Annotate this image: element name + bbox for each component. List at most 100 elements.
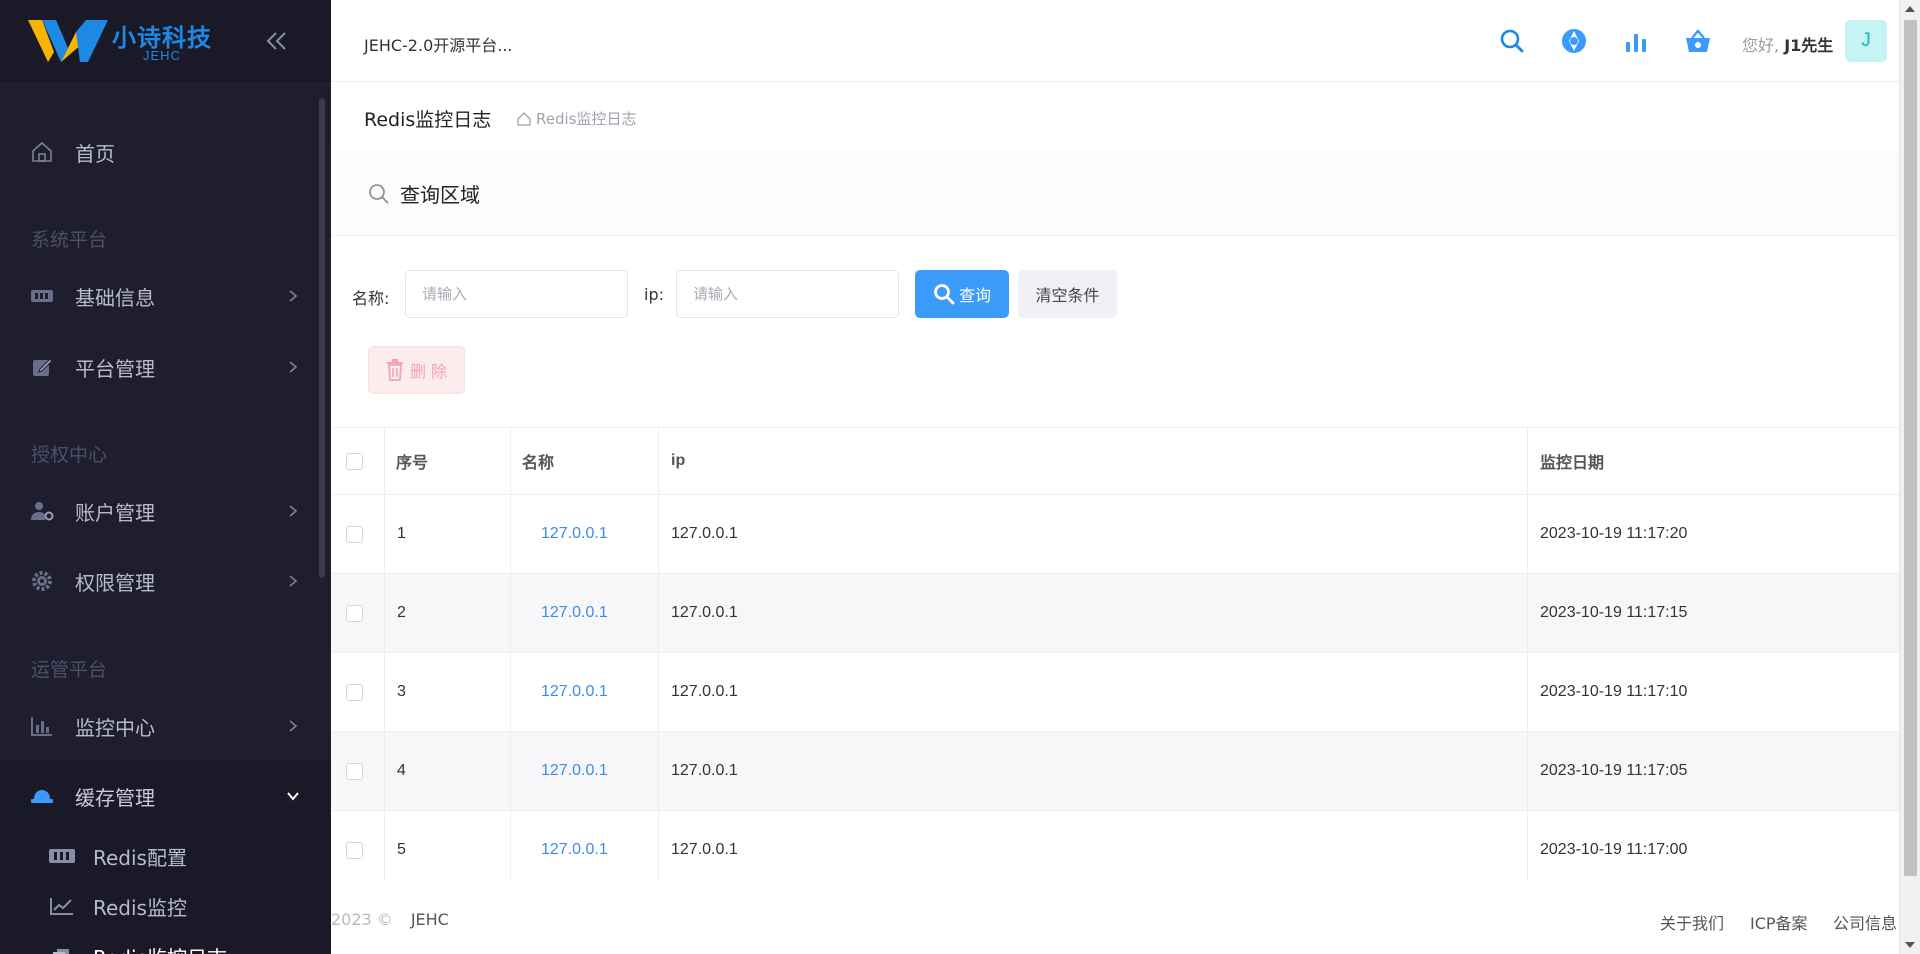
cell-ip: 127.0.0.1 bbox=[658, 574, 1527, 652]
avatar[interactable]: J bbox=[1845, 20, 1887, 62]
name-link[interactable]: 127.0.0.1 bbox=[541, 841, 608, 859]
cell-name: 127.0.0.1 bbox=[510, 495, 658, 573]
user-name[interactable]: J1先生 bbox=[1784, 36, 1833, 55]
row-checkbox[interactable] bbox=[346, 841, 363, 859]
sidebar-subitem-redis-monitor[interactable]: Redis监控 bbox=[0, 881, 331, 931]
chevron-right-icon bbox=[289, 361, 298, 373]
signal-bars-icon[interactable] bbox=[1621, 26, 1651, 56]
content-card: 查询区域 名称: ip: 查询 清空条件 删 除 序号 名称 ip 监控日期 1… bbox=[331, 150, 1899, 880]
sidebar-item-label: 权限管理 bbox=[75, 570, 155, 595]
ip-input[interactable] bbox=[676, 270, 899, 318]
sidebar-item-monitor[interactable]: 监控中心 bbox=[0, 691, 331, 761]
sidebar-item-label: 首页 bbox=[75, 141, 115, 166]
breadcrumb-current: Redis监控日志 bbox=[536, 110, 637, 128]
top-header: JEHC-2.0开源平台... 您好, J1先生 J bbox=[331, 0, 1899, 82]
cell-no: 2 bbox=[384, 574, 510, 652]
line-chart-icon bbox=[50, 898, 73, 915]
footer-link-about[interactable]: 关于我们 bbox=[1660, 910, 1724, 934]
search-section-title: 查询区域 bbox=[400, 183, 480, 207]
scroll-down-arrow-icon[interactable] bbox=[1905, 942, 1915, 948]
home-icon[interactable] bbox=[516, 111, 532, 127]
query-button[interactable]: 查询 bbox=[915, 270, 1009, 318]
cloud-server-icon bbox=[31, 790, 53, 803]
name-link[interactable]: 127.0.0.1 bbox=[541, 683, 608, 701]
page-title-bar: Redis监控日志 Redis监控日志 bbox=[331, 82, 1899, 150]
cell-date: 2023-10-19 11:17:05 bbox=[1527, 732, 1899, 810]
sidebar-subitem-redis-log[interactable]: Redis监控日志 bbox=[0, 931, 331, 954]
name-input[interactable] bbox=[405, 270, 628, 318]
row-checkbox[interactable] bbox=[346, 525, 363, 543]
copyright-text: 2023 © bbox=[331, 910, 393, 929]
sidebar-subitem-label: Redis监控 bbox=[93, 895, 187, 920]
footer-link-icp[interactable]: ICP备案 bbox=[1750, 910, 1808, 934]
column-header[interactable]: ip bbox=[658, 428, 1527, 494]
brand-logo-icon bbox=[28, 20, 108, 62]
sidebar-group-ops: 运管平台 bbox=[31, 659, 108, 681]
column-header[interactable]: 序号 bbox=[384, 428, 510, 494]
search-icon bbox=[934, 284, 955, 305]
table-row[interactable]: 3 127.0.0.1 127.0.0.1 2023-10-19 11:17:1… bbox=[331, 652, 1899, 731]
name-link[interactable]: 127.0.0.1 bbox=[541, 525, 608, 543]
table-row[interactable]: 1 127.0.0.1 127.0.0.1 2023-10-19 11:17:2… bbox=[331, 494, 1899, 573]
sidebar: 小诗科技 JEHC 首页 系统平台 基础信息 平台管理 授权中心 账户管理 权限… bbox=[0, 0, 331, 954]
sidebar-item-account[interactable]: 账户管理 bbox=[0, 476, 331, 546]
aperture-icon[interactable] bbox=[1559, 26, 1589, 56]
delete-button[interactable]: 删 除 bbox=[368, 346, 465, 394]
query-button-label: 查询 bbox=[958, 286, 991, 305]
search-icon[interactable] bbox=[1497, 26, 1527, 56]
sidebar-subitem-redis-config[interactable]: Redis配置 bbox=[0, 831, 331, 881]
sidebar-item-basic-info[interactable]: 基础信息 bbox=[0, 261, 331, 331]
sidebar-item-home[interactable]: 首页 bbox=[0, 117, 331, 187]
layers-icon bbox=[53, 949, 69, 954]
sidebar-item-permission[interactable]: 权限管理 bbox=[0, 546, 331, 616]
footer-brand[interactable]: JEHC bbox=[411, 910, 449, 929]
home-icon bbox=[32, 141, 52, 162]
name-link[interactable]: 127.0.0.1 bbox=[541, 762, 608, 780]
cell-ip: 127.0.0.1 bbox=[658, 732, 1527, 810]
scrollbar-thumb[interactable] bbox=[1904, 20, 1917, 876]
cell-ip: 127.0.0.1 bbox=[658, 811, 1527, 880]
table-row[interactable]: 5 127.0.0.1 127.0.0.1 2023-10-19 11:17:0… bbox=[331, 810, 1899, 880]
row-checkbox[interactable] bbox=[346, 762, 363, 780]
id-card-icon bbox=[31, 290, 53, 302]
cell-no: 5 bbox=[384, 811, 510, 880]
app-title[interactable]: JEHC-2.0开源平台... bbox=[364, 32, 513, 56]
cell-no: 4 bbox=[384, 732, 510, 810]
select-all-checkbox[interactable] bbox=[346, 452, 363, 470]
table-header-row: 序号 名称 ip 监控日期 bbox=[331, 427, 1899, 494]
cell-ip: 127.0.0.1 bbox=[658, 653, 1527, 731]
scroll-up-arrow-icon[interactable] bbox=[1905, 6, 1915, 12]
table-row[interactable]: 2 127.0.0.1 127.0.0.1 2023-10-19 11:17:1… bbox=[331, 573, 1899, 652]
page-scrollbar[interactable] bbox=[1899, 0, 1920, 954]
sidebar-item-cache[interactable]: 缓存管理 bbox=[0, 761, 331, 831]
cell-no: 3 bbox=[384, 653, 510, 731]
ip-label: ip: bbox=[644, 285, 664, 304]
row-checkbox[interactable] bbox=[346, 683, 363, 701]
id-card-icon bbox=[49, 849, 75, 863]
cell-date: 2023-10-19 11:17:15 bbox=[1527, 574, 1899, 652]
sidebar-item-label: 监控中心 bbox=[75, 715, 155, 740]
chevron-right-icon bbox=[289, 720, 298, 732]
footer-link-company[interactable]: 公司信息 bbox=[1833, 910, 1897, 934]
chevron-right-icon bbox=[289, 505, 298, 517]
name-link[interactable]: 127.0.0.1 bbox=[541, 604, 608, 622]
user-gear-icon bbox=[31, 502, 54, 521]
cell-name: 127.0.0.1 bbox=[510, 653, 658, 731]
sidebar-item-label: 账户管理 bbox=[75, 500, 155, 525]
double-chevron-left-icon[interactable] bbox=[264, 28, 290, 54]
cell-date: 2023-10-19 11:17:10 bbox=[1527, 653, 1899, 731]
greeting-prefix: 您好, bbox=[1742, 36, 1780, 55]
bar-chart-icon bbox=[31, 717, 52, 736]
basket-icon[interactable] bbox=[1683, 26, 1713, 56]
sidebar-item-platform[interactable]: 平台管理 bbox=[0, 332, 331, 402]
row-select-cell bbox=[331, 811, 384, 880]
column-header[interactable]: 监控日期 bbox=[1527, 428, 1899, 494]
column-header[interactable]: 名称 bbox=[510, 428, 658, 494]
table-row[interactable]: 4 127.0.0.1 127.0.0.1 2023-10-19 11:17:0… bbox=[331, 731, 1899, 810]
sidebar-group-system: 系统平台 bbox=[31, 229, 108, 251]
clear-button[interactable]: 清空条件 bbox=[1018, 270, 1117, 318]
delete-button-label: 删 除 bbox=[409, 362, 448, 381]
row-checkbox[interactable] bbox=[346, 604, 363, 622]
breadcrumb: Redis监控日志 bbox=[516, 108, 636, 129]
trash-icon bbox=[386, 359, 403, 381]
